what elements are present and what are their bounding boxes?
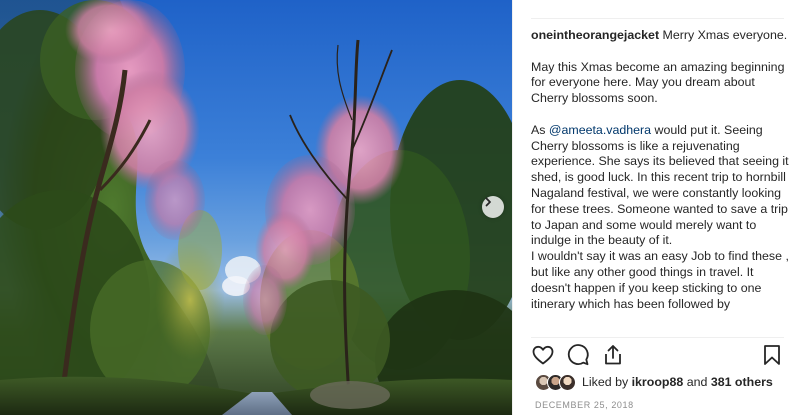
likes-prefix: Liked by	[582, 375, 632, 389]
comment-button[interactable]	[566, 343, 590, 367]
caption-paragraph-4: I wouldn't say it was an easy Job to fin…	[531, 249, 789, 311]
likes-text: Liked by ikroop88 and 381 others	[582, 375, 773, 389]
chevron-right-icon	[485, 197, 491, 207]
post-date: DECEMBER 25, 2018	[535, 400, 634, 410]
save-button[interactable]	[760, 343, 784, 367]
caption-paragraph-2: May this Xmas become an amazing beginnin…	[531, 59, 785, 106]
share-button[interactable]	[601, 343, 625, 367]
liker-username[interactable]: ikroop88	[632, 375, 684, 389]
next-photo-button[interactable]	[482, 196, 504, 218]
avatar	[559, 373, 576, 391]
caption-paragraph-3-prefix: As	[531, 122, 549, 137]
cherry-blossom-road-image	[0, 0, 512, 415]
caption-paragraph-3-body: would put it. Seeing Cherry blossoms is …	[531, 122, 789, 248]
liker-avatars	[535, 373, 576, 391]
mention-link[interactable]: @ameeta.vadhera	[549, 123, 651, 137]
post-actions	[531, 343, 784, 369]
caption-first-line: Merry Xmas everyone.	[662, 28, 788, 42]
likes-middle: and	[683, 375, 711, 389]
actions-divider	[531, 337, 784, 338]
post-caption: oneintheorangejacket Merry Xmas everyone…	[531, 28, 789, 336]
caption-username[interactable]: oneintheorangejacket	[531, 28, 659, 42]
likes-summary[interactable]: Liked by ikroop88 and 381 others	[535, 373, 773, 391]
like-button[interactable]	[531, 343, 555, 367]
share-icon	[605, 345, 621, 365]
caption-paragraph-3: As @ameeta.vadhera would put it. Seeing …	[531, 123, 789, 249]
post-details-panel: oneintheorangejacket Merry Xmas everyone…	[512, 0, 800, 415]
post-photo[interactable]	[0, 0, 512, 415]
bookmark-icon	[764, 345, 780, 365]
comment-icon	[567, 344, 589, 366]
heart-icon	[532, 345, 554, 365]
header-divider	[531, 18, 784, 19]
likes-count[interactable]: 381 others	[711, 375, 773, 389]
